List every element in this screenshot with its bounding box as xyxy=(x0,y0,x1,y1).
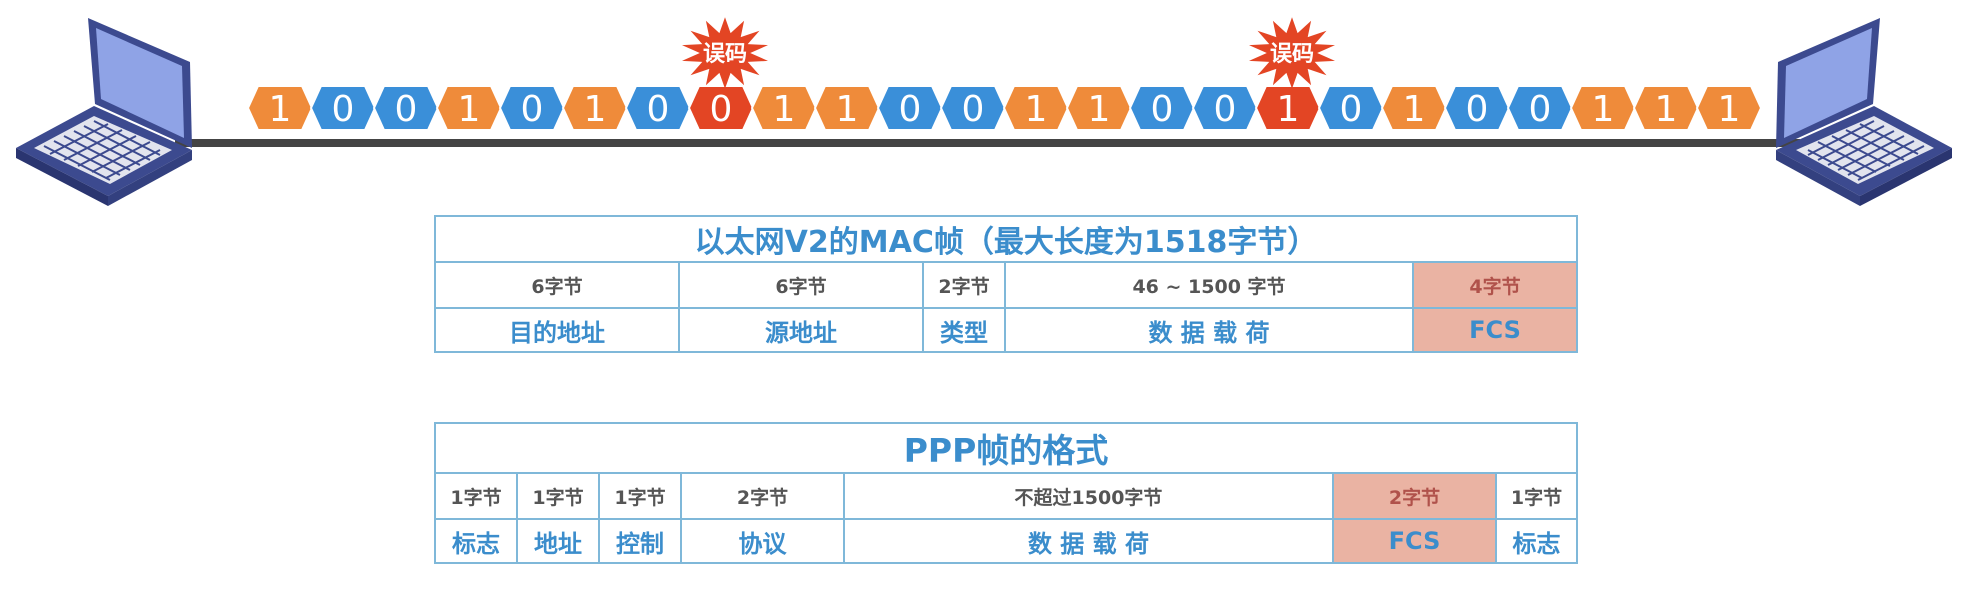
bit-label: 1 xyxy=(1718,89,1741,130)
error-burst-icon: 误码 xyxy=(1249,17,1335,89)
bit-cell: 0 xyxy=(1191,85,1259,131)
ppp-frame-title: PPP帧的格式 xyxy=(433,422,1579,474)
error-label: 误码 xyxy=(1270,42,1314,67)
mac-frame-table: 以太网V2的MAC帧（最大长度为1518字节） 6字节 6字节 2字节 46 ~… xyxy=(434,215,1578,353)
bit-stream: 100101001100110010100111 xyxy=(246,85,1763,131)
laptop-icon xyxy=(1776,18,1952,206)
bit-cell: 1 xyxy=(1695,85,1763,131)
error-burst-icon: 误码 xyxy=(682,17,768,89)
bit-label: 1 xyxy=(1088,89,1111,130)
ppp-flag-end-size: 1字节 xyxy=(1494,472,1579,520)
bit-cell: 1 xyxy=(561,85,629,131)
mac-payload-field: 数 据 载 荷 xyxy=(1004,307,1414,353)
bit-cell: 0 xyxy=(1506,85,1574,131)
bit-cell: 0 xyxy=(876,85,944,131)
bit-label: 0 xyxy=(1151,89,1174,130)
bit-cell: 0 xyxy=(939,85,1007,131)
ppp-payload-size: 不超过1500字节 xyxy=(843,472,1334,520)
ppp-flag-field: 标志 xyxy=(434,518,518,564)
bit-label: 1 xyxy=(773,89,796,130)
bit-label: 0 xyxy=(962,89,985,130)
bit-cell: 0 xyxy=(309,85,377,131)
bit-label: 0 xyxy=(710,89,733,130)
bit-cell: 0 xyxy=(624,85,692,131)
bit-label: 1 xyxy=(1655,89,1678,130)
ppp-flag-end-field: 标志 xyxy=(1494,518,1579,564)
ppp-frame-table: PPP帧的格式 1字节 1字节 1字节 2字节 不超过1500字节 2字节 1字… xyxy=(433,422,1579,564)
bit-label: 0 xyxy=(647,89,670,130)
error-bit: 1 xyxy=(1254,85,1322,131)
bit-cell: 1 xyxy=(1632,85,1700,131)
error-bit: 0 xyxy=(687,85,755,131)
bit-cell: 1 xyxy=(813,85,881,131)
mac-frame-title: 以太网V2的MAC帧（最大长度为1518字节） xyxy=(434,215,1578,263)
bit-cell: 0 xyxy=(1317,85,1385,131)
bit-label: 1 xyxy=(1277,89,1300,130)
bit-label: 1 xyxy=(1592,89,1615,130)
bit-cell: 1 xyxy=(246,85,314,131)
transmission-scene: 100101001100110010100111 误码 误码 xyxy=(16,17,1952,206)
ppp-address-field: 地址 xyxy=(516,518,600,564)
mac-payload-size: 46 ~ 1500 字节 xyxy=(1004,261,1414,309)
error-markers: 误码 误码 xyxy=(682,17,1335,89)
bit-cell: 1 xyxy=(1569,85,1637,131)
bit-label: 0 xyxy=(1529,89,1552,130)
bit-label: 1 xyxy=(836,89,859,130)
laptop-icon xyxy=(16,18,192,206)
ppp-fcs-field: FCS xyxy=(1332,518,1497,564)
link-line xyxy=(175,139,1800,147)
mac-fcs-size: 4字节 xyxy=(1412,261,1578,309)
mac-dest-size: 6字节 xyxy=(434,261,680,309)
ppp-payload-field: 数 据 载 荷 xyxy=(843,518,1334,564)
error-label: 误码 xyxy=(703,42,747,67)
bit-label: 0 xyxy=(1466,89,1489,130)
ppp-protocol-field: 协议 xyxy=(680,518,845,564)
bit-cell: 0 xyxy=(1443,85,1511,131)
bit-label: 0 xyxy=(1214,89,1237,130)
bit-cell: 0 xyxy=(498,85,566,131)
bit-label: 1 xyxy=(1403,89,1426,130)
bit-label: 1 xyxy=(269,89,292,130)
ppp-fcs-size: 2字节 xyxy=(1332,472,1497,520)
bit-label: 0 xyxy=(395,89,418,130)
bit-cell: 1 xyxy=(435,85,503,131)
ppp-address-size: 1字节 xyxy=(516,472,600,520)
ppp-control-size: 1字节 xyxy=(598,472,682,520)
mac-fcs-field: FCS xyxy=(1412,307,1578,353)
bit-cell: 1 xyxy=(1002,85,1070,131)
bit-label: 0 xyxy=(899,89,922,130)
bit-cell: 1 xyxy=(1065,85,1133,131)
mac-src-size: 6字节 xyxy=(678,261,924,309)
bit-label: 1 xyxy=(458,89,481,130)
mac-type-size: 2字节 xyxy=(922,261,1006,309)
bit-cell: 0 xyxy=(372,85,440,131)
ppp-flag-size: 1字节 xyxy=(434,472,518,520)
bit-cell: 1 xyxy=(1380,85,1448,131)
bit-label: 1 xyxy=(1025,89,1048,130)
bit-label: 0 xyxy=(1340,89,1363,130)
mac-type-field: 类型 xyxy=(922,307,1006,353)
ppp-protocol-size: 2字节 xyxy=(680,472,845,520)
bit-cell: 0 xyxy=(1128,85,1196,131)
mac-src-field: 源地址 xyxy=(678,307,924,353)
ppp-control-field: 控制 xyxy=(598,518,682,564)
mac-dest-field: 目的地址 xyxy=(434,307,680,353)
bit-label: 0 xyxy=(332,89,355,130)
bit-label: 1 xyxy=(584,89,607,130)
bit-label: 0 xyxy=(521,89,544,130)
bit-cell: 1 xyxy=(750,85,818,131)
